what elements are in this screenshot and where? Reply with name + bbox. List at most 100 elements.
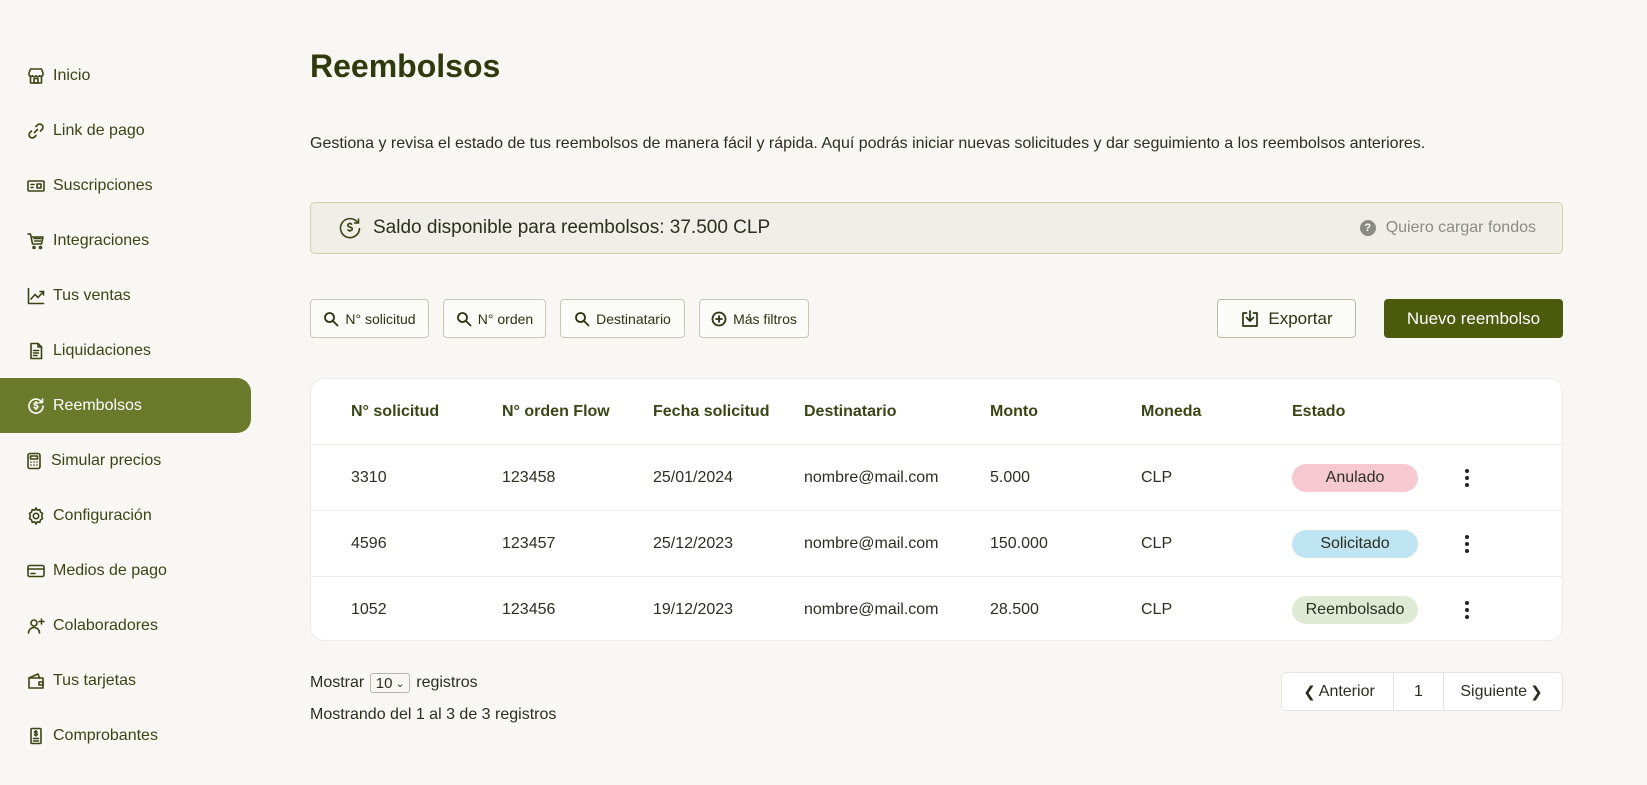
page-number-button[interactable]: 1 bbox=[1394, 673, 1444, 710]
cell-orden: 123458 bbox=[502, 468, 556, 486]
filter-orden-label: N° orden bbox=[477, 310, 534, 327]
sidebar-item-label: Inicio bbox=[53, 66, 91, 84]
table-row[interactable]: 3310 123458 25/01/2024 nombre@mail.com 5… bbox=[311, 445, 1562, 511]
calculator-icon bbox=[24, 451, 44, 471]
cell-fecha: 19/12/2023 bbox=[653, 601, 734, 618]
cell-moneda: CLP bbox=[1141, 534, 1173, 552]
cell-fecha: 25/01/2024 bbox=[653, 468, 734, 486]
sidebar-item-label: Medios de pago bbox=[53, 561, 167, 579]
sidebar-item-suscripciones[interactable]: Suscripciones bbox=[0, 158, 251, 213]
table-header: N° solicitud N° orden Flow Fecha solicit… bbox=[311, 379, 1562, 445]
help-icon: ? bbox=[1359, 220, 1376, 236]
chart-line-icon bbox=[26, 286, 46, 306]
gear-icon bbox=[26, 506, 46, 526]
chevron-right-icon: ❯ bbox=[1530, 683, 1543, 701]
new-refund-button[interactable]: Nuevo reembolso bbox=[1384, 299, 1563, 338]
header-fecha[interactable]: Fecha solicitud bbox=[653, 403, 769, 421]
cell-solicitud: 3310 bbox=[351, 468, 387, 486]
sidebar-item-tus-ventas[interactable]: Tus ventas bbox=[0, 268, 251, 323]
pagination: ❮ Anterior 1 Siguiente ❯ bbox=[1281, 672, 1563, 711]
table-footer: Mostrar 10 ⌄ registros Mostrando del 1 a… bbox=[310, 672, 556, 724]
header-orden[interactable]: N° orden Flow bbox=[502, 403, 610, 421]
sidebar-item-medios-de-pago[interactable]: Medios de pago bbox=[0, 543, 251, 598]
prev-label: Anterior bbox=[1318, 682, 1375, 700]
header-estado[interactable]: Estado bbox=[1292, 403, 1345, 421]
cell-fecha: 25/12/2023 bbox=[653, 534, 734, 552]
next-label: Siguiente bbox=[1460, 682, 1528, 700]
balance-banner: Saldo disponible para reembolsos: 37.500… bbox=[310, 202, 1563, 254]
search-icon bbox=[575, 311, 590, 326]
sidebar-item-colaboradores[interactable]: Colaboradores bbox=[0, 598, 251, 653]
refund-icon bbox=[26, 396, 46, 416]
sidebar-item-label: Suscripciones bbox=[53, 176, 153, 194]
sidebar-item-liquidaciones[interactable]: Liquidaciones bbox=[0, 323, 251, 378]
cell-destinatario: nombre@mail.com bbox=[804, 601, 939, 618]
sidebar-item-inicio[interactable]: Inicio bbox=[0, 48, 251, 103]
sidebar: Inicio Link de pago Suscripciones Integr… bbox=[0, 48, 251, 763]
show-label: Mostrar bbox=[310, 674, 365, 691]
sidebar-item-comprobantes[interactable]: Comprobantes bbox=[0, 708, 251, 763]
document-icon bbox=[26, 341, 46, 361]
more-filters-label: Más filtros bbox=[733, 310, 797, 327]
load-funds-link[interactable]: ? Quiero cargar fondos bbox=[1359, 219, 1536, 237]
next-page-button[interactable]: Siguiente ❯ bbox=[1444, 673, 1562, 710]
cell-destinatario: nombre@mail.com bbox=[804, 534, 939, 552]
sidebar-item-label: Tus tarjetas bbox=[53, 671, 136, 689]
page-size-select[interactable]: 10 ⌄ bbox=[370, 673, 411, 693]
store-icon bbox=[26, 66, 46, 86]
cell-monto: 150.000 bbox=[990, 534, 1048, 552]
load-funds-label: Quiero cargar fondos bbox=[1385, 219, 1536, 236]
sidebar-item-link-de-pago[interactable]: Link de pago bbox=[0, 103, 251, 158]
table-row[interactable]: 4596 123457 25/12/2023 nombre@mail.com 1… bbox=[311, 511, 1562, 577]
filter-solicitud-button[interactable]: N° solicitud bbox=[310, 299, 429, 338]
sidebar-item-tus-tarjetas[interactable]: Tus tarjetas bbox=[0, 653, 251, 708]
records-label: registros bbox=[416, 674, 478, 691]
refunds-table: N° solicitud N° orden Flow Fecha solicit… bbox=[310, 378, 1563, 641]
cell-moneda: CLP bbox=[1141, 468, 1173, 486]
plus-circle-icon bbox=[711, 311, 727, 326]
status-badge: Solicitado bbox=[1292, 529, 1418, 558]
sidebar-item-simular-precios[interactable]: Simular precios bbox=[0, 433, 251, 488]
page-size-value: 10 bbox=[375, 674, 393, 692]
table-row[interactable]: 1052 123456 19/12/2023 nombre@mail.com 2… bbox=[311, 577, 1562, 640]
filter-orden-button[interactable]: N° orden bbox=[443, 299, 546, 338]
sidebar-item-label: Simular precios bbox=[51, 451, 162, 469]
filter-destinatario-label: Destinatario bbox=[596, 310, 671, 327]
sidebar-item-label: Colaboradores bbox=[53, 616, 158, 634]
more-filters-button[interactable]: Más filtros bbox=[699, 299, 809, 338]
header-moneda[interactable]: Moneda bbox=[1141, 403, 1201, 421]
link-icon bbox=[26, 121, 46, 141]
user-plus-icon bbox=[26, 616, 46, 636]
chevron-down-icon: ⌄ bbox=[395, 677, 405, 690]
header-destinatario[interactable]: Destinatario bbox=[804, 403, 896, 421]
row-menu-icon[interactable] bbox=[1460, 599, 1474, 621]
subscriptions-icon bbox=[26, 176, 46, 196]
sidebar-item-label: Configuración bbox=[53, 506, 152, 524]
cell-destinatario: nombre@mail.com bbox=[804, 468, 939, 486]
header-monto[interactable]: Monto bbox=[990, 403, 1038, 421]
chevron-left-icon: ❮ bbox=[1303, 683, 1316, 701]
row-menu-icon[interactable] bbox=[1460, 467, 1474, 489]
sidebar-item-reembolsos[interactable]: Reembolsos bbox=[0, 378, 251, 433]
cell-solicitud: 1052 bbox=[351, 601, 387, 618]
filter-solicitud-label: N° solicitud bbox=[345, 310, 416, 327]
sidebar-item-label: Comprobantes bbox=[53, 726, 158, 744]
filter-destinatario-button[interactable]: Destinatario bbox=[560, 299, 685, 338]
cell-orden: 123457 bbox=[502, 534, 556, 552]
row-menu-icon[interactable] bbox=[1460, 533, 1474, 555]
page-description: Gestiona y revisa el estado de tus reemb… bbox=[310, 135, 1426, 152]
sidebar-item-configuracion[interactable]: Configuración bbox=[0, 488, 251, 543]
sidebar-item-label: Reembolsos bbox=[53, 396, 142, 414]
balance-text: Saldo disponible para reembolsos: 37.500… bbox=[373, 217, 771, 238]
header-solicitud[interactable]: N° solicitud bbox=[351, 403, 439, 421]
export-button[interactable]: Exportar bbox=[1217, 299, 1356, 338]
sidebar-item-integraciones[interactable]: Integraciones bbox=[0, 213, 251, 268]
status-badge: Anulado bbox=[1292, 463, 1418, 492]
sidebar-item-label: Tus ventas bbox=[53, 286, 131, 304]
export-label: Exportar bbox=[1268, 308, 1333, 328]
prev-page-button[interactable]: ❮ Anterior bbox=[1282, 673, 1394, 710]
status-badge: Reembolsado bbox=[1292, 596, 1418, 624]
page-title: Reembolsos bbox=[310, 48, 501, 84]
cart-icon bbox=[26, 231, 46, 251]
wallet-icon bbox=[26, 671, 46, 691]
